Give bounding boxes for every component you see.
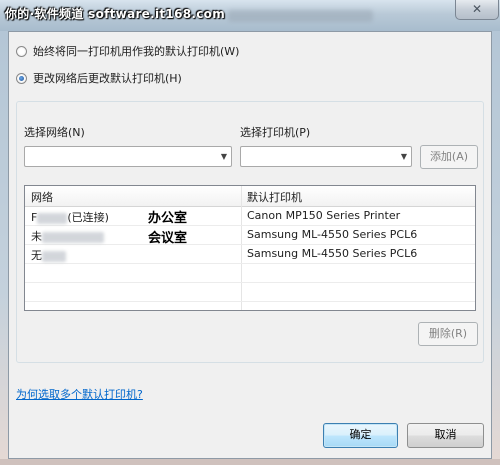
printer-cell: Samsung ML-4550 Series PCL6 xyxy=(247,247,418,260)
chevron-down-icon: ▼ xyxy=(220,152,227,161)
close-button[interactable]: ✕ xyxy=(455,0,499,20)
column-header-network[interactable]: 网络 xyxy=(31,189,53,205)
printer-cell: Canon MP150 Series Printer xyxy=(247,209,401,222)
table-row[interactable]: F (已连接) Canon MP150 Series Printer xyxy=(25,207,475,226)
window-title-blurred xyxy=(228,10,373,22)
column-header-printer[interactable]: 默认打印机 xyxy=(247,189,302,205)
network-dropdown[interactable]: ▼ xyxy=(24,146,232,167)
same-printer-radio[interactable] xyxy=(16,45,27,57)
redacted-text xyxy=(42,250,66,262)
change-by-network-option[interactable]: 更改网络后更改默认打印机(H) xyxy=(16,70,182,86)
title-bar: 你的·软件频道 software.it168.com ✕ xyxy=(0,0,500,31)
help-link[interactable]: 为何选取多个默认打印机? xyxy=(16,386,143,402)
ok-button[interactable]: 确定 xyxy=(323,423,398,448)
same-printer-label: 始终将同一打印机用作我的默认打印机(W) xyxy=(33,45,240,58)
table-row[interactable]: 无 Samsung ML-4550 Series PCL6 xyxy=(25,245,475,264)
add-button[interactable]: 添加(A) xyxy=(420,145,478,169)
chevron-down-icon: ▼ xyxy=(400,152,407,161)
empty-row xyxy=(25,283,475,302)
same-printer-option[interactable]: 始终将同一打印机用作我的默认打印机(W) xyxy=(16,43,239,59)
redacted-text xyxy=(42,231,104,243)
network-printer-list[interactable]: 网络 默认打印机 F (已连接) Canon MP150 Series Print… xyxy=(24,185,476,311)
list-header: 网络 默认打印机 xyxy=(25,186,475,207)
annotation-office: 办公室 xyxy=(148,211,188,226)
network-cell: 无 xyxy=(31,247,66,263)
delete-button[interactable]: 删除(R) xyxy=(418,322,478,346)
printer-cell: Samsung ML-4550 Series PCL6 xyxy=(247,228,418,241)
printer-dropdown[interactable]: ▼ xyxy=(240,146,412,167)
network-cell: F (已连接) xyxy=(31,211,109,224)
redacted-text xyxy=(37,212,68,224)
annotation-meeting-room: 会议室 xyxy=(148,231,188,246)
empty-row xyxy=(25,264,475,283)
window-frame-left xyxy=(0,31,8,465)
empty-row xyxy=(25,302,475,310)
table-row[interactable]: 未 Samsung ML-4550 Series PCL6 xyxy=(25,226,475,245)
change-by-network-radio[interactable] xyxy=(16,72,27,84)
network-cell: 未 xyxy=(31,228,104,244)
window-frame-right xyxy=(492,31,500,465)
select-network-label: 选择网络(N) xyxy=(24,126,85,139)
select-printer-label: 选择打印机(P) xyxy=(240,126,311,139)
window-frame-bottom xyxy=(0,459,500,465)
cancel-button[interactable]: 取消 xyxy=(407,423,484,448)
watermark: 你的·软件频道 software.it168.com xyxy=(5,7,225,21)
change-by-network-label: 更改网络后更改默认打印机(H) xyxy=(33,72,182,85)
